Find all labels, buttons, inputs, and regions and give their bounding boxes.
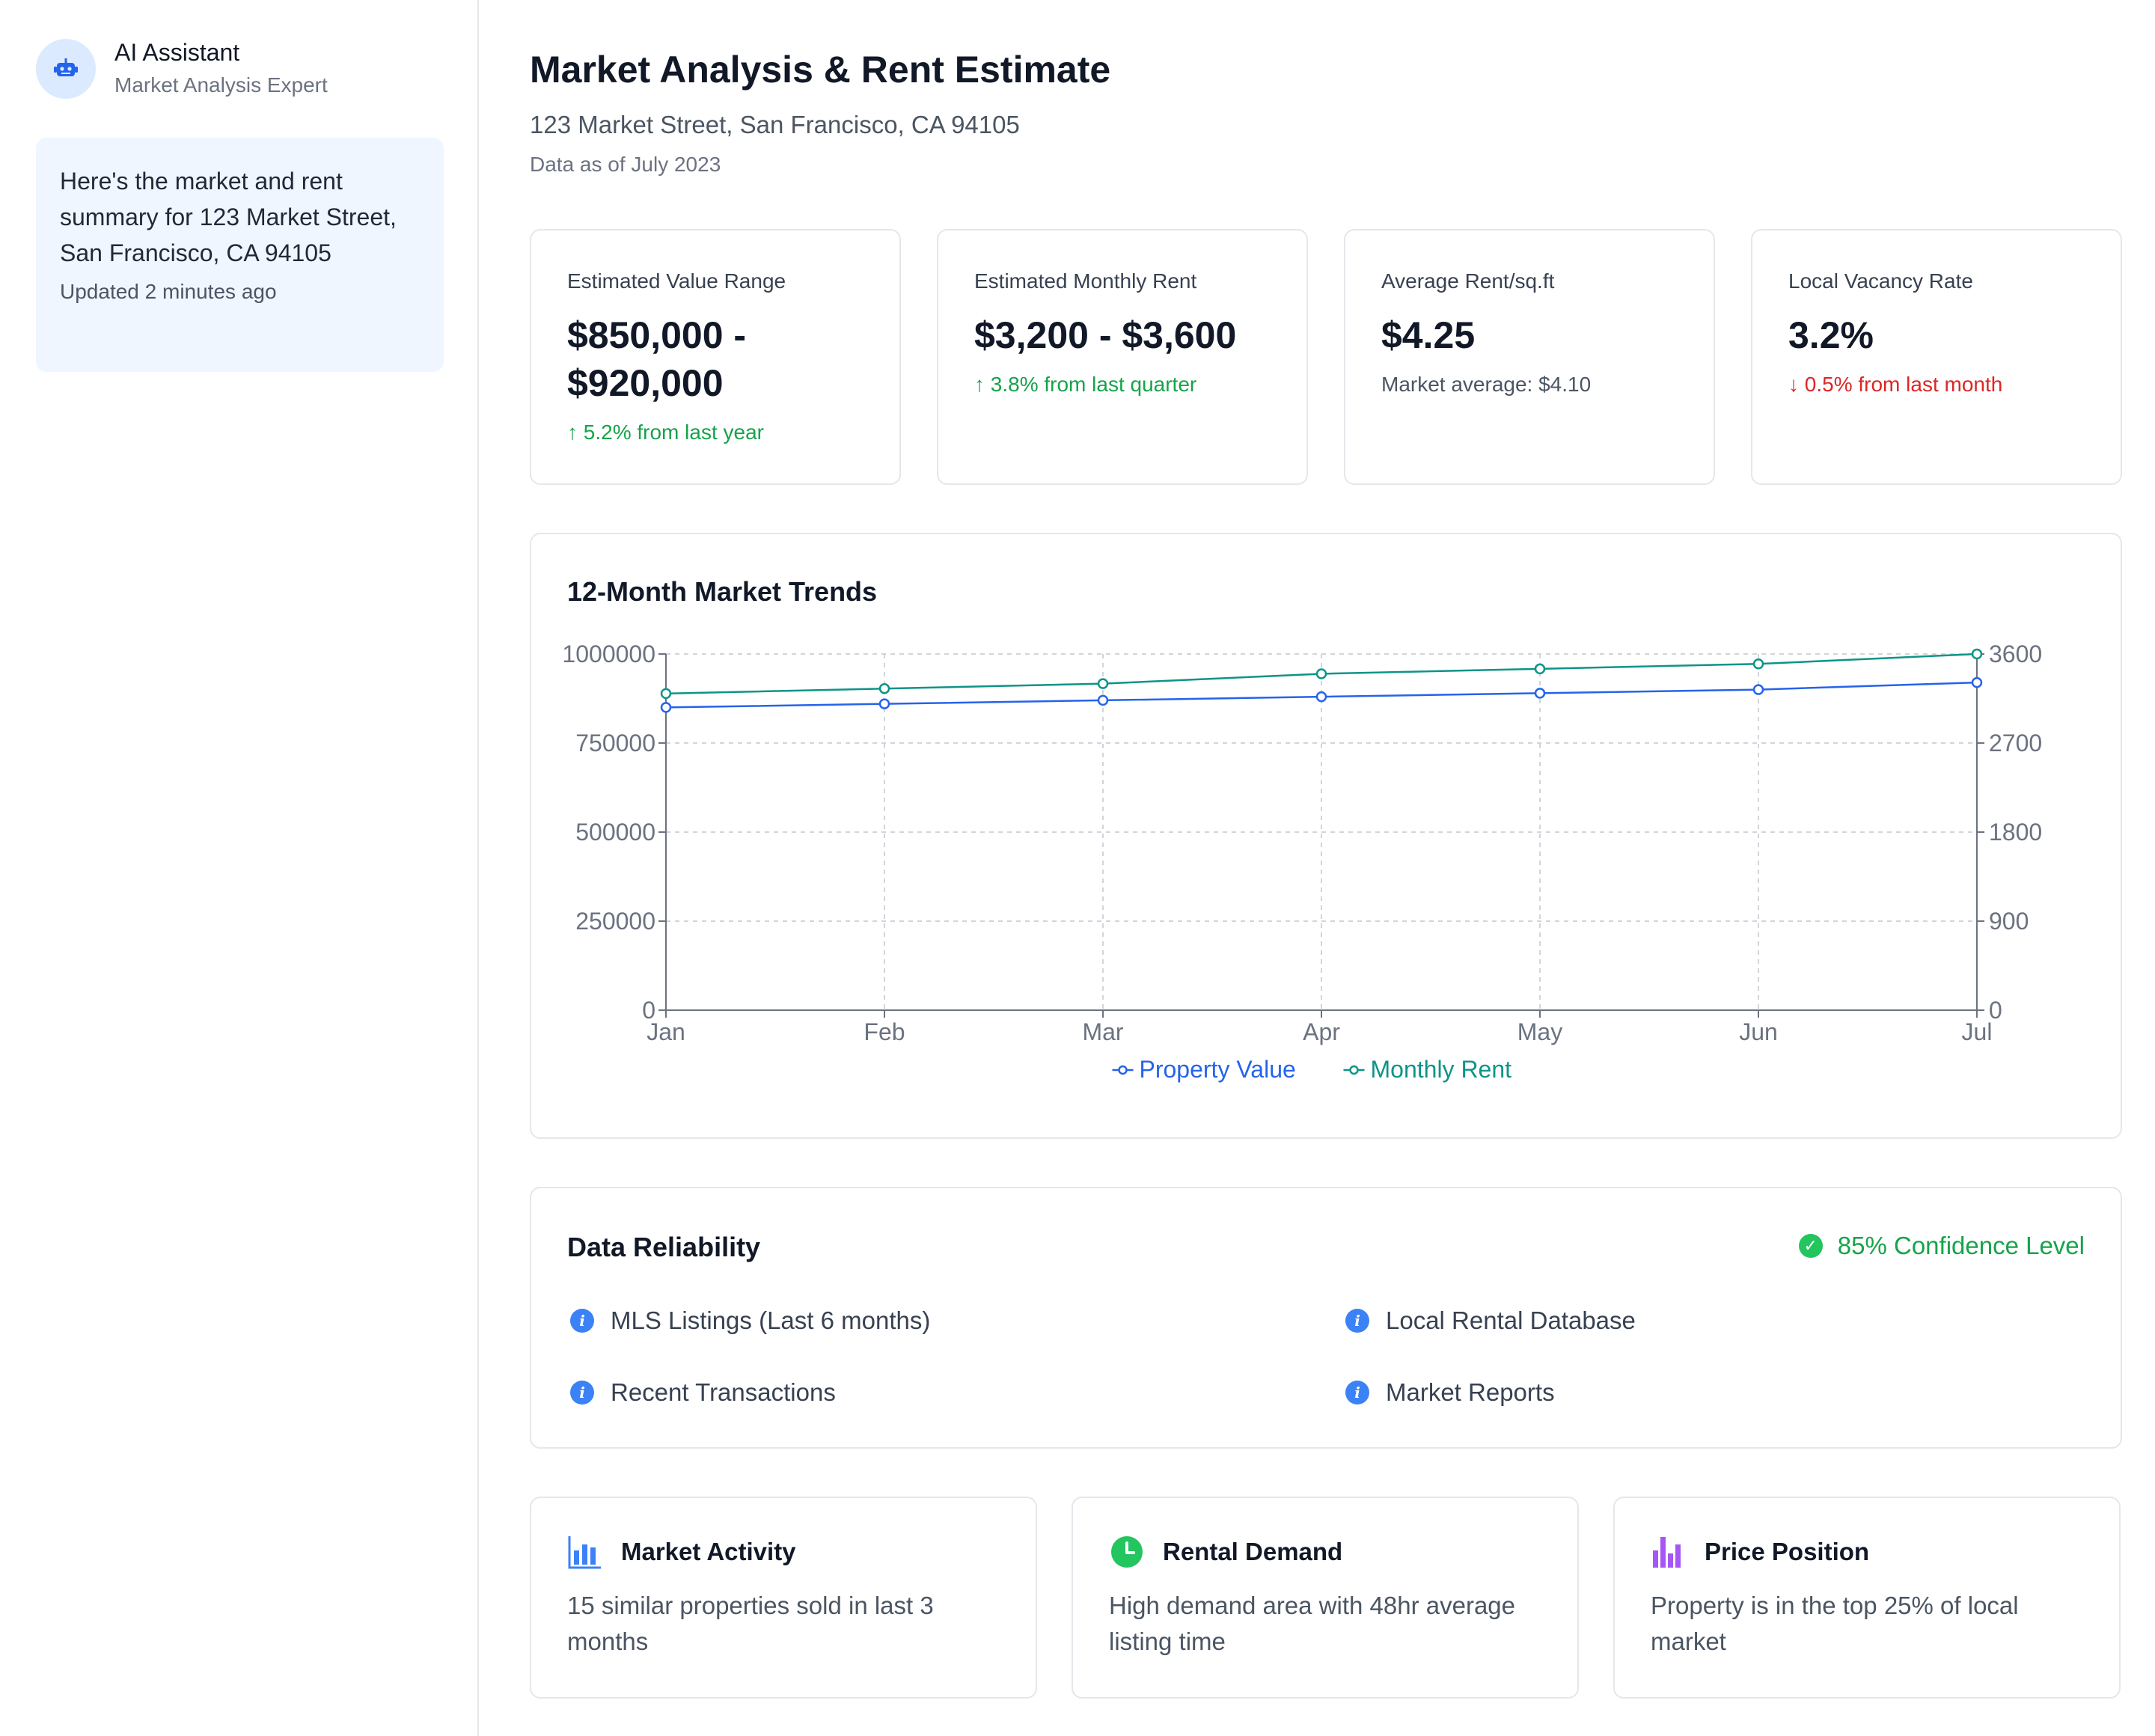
stat-card-rent-per-sqft: Average Rent/sq.ft $4.25 Market average:… — [1344, 229, 1715, 485]
y-tick-label-left: 250000 — [575, 908, 655, 935]
source-item: i Recent Transactions — [570, 1378, 836, 1407]
stat-change: ↓ 0.5% from last month — [1788, 373, 2003, 396]
info-icon: i — [1345, 1309, 1369, 1333]
data-point — [1971, 676, 1983, 688]
data-point — [1752, 658, 1764, 670]
stat-card-monthly-rent: Estimated Monthly Rent $3,200 - $3,600 ↑… — [937, 229, 1308, 485]
y-tick-label-left: 500000 — [575, 819, 655, 846]
page-title: Market Analysis & Rent Estimate — [530, 49, 1111, 91]
stat-value: 3.2% — [1788, 314, 1874, 356]
y-tick-label-left: 1000000 — [562, 641, 655, 667]
confidence-text: 85% Confidence Level — [1837, 1232, 2085, 1259]
insight-card-market-activity: Market Activity 15 similar properties so… — [530, 1497, 1037, 1699]
data-point — [878, 698, 890, 709]
insight-card-price-position: Price Position Property is in the top 25… — [1613, 1497, 2121, 1699]
insight-body: 15 similar properties sold in last 3 mon… — [567, 1592, 934, 1655]
legend-label: Property Value — [1140, 1056, 1296, 1083]
stat-label: Average Rent/sq.ft — [1381, 269, 1555, 293]
legend-label: Monthly Rent — [1371, 1056, 1512, 1083]
info-icon: i — [1345, 1381, 1369, 1405]
data-point — [1971, 648, 1983, 660]
source-label: Local Rental Database — [1386, 1306, 1636, 1334]
data-point — [660, 702, 672, 713]
assistant-message: Here's the market and rent summary for 1… — [36, 138, 444, 372]
stat-value: $3,200 - $3,600 — [974, 314, 1237, 356]
y-tick-label-right: 2700 — [1989, 730, 2042, 757]
data-point — [1097, 678, 1109, 689]
x-tick-label: May — [1517, 1018, 1562, 1045]
x-tick-label: Jun — [1739, 1018, 1778, 1045]
data-point — [1534, 688, 1546, 699]
x-tick-label: Mar — [1082, 1018, 1123, 1045]
stat-card-vacancy-rate: Local Vacancy Rate 3.2% ↓ 0.5% from last… — [1751, 229, 2122, 485]
message-timestamp: Updated 2 minutes ago — [60, 280, 277, 303]
price-bars-icon — [1653, 1537, 1681, 1568]
stat-value-line2: $920,000 — [567, 362, 724, 404]
stat-note: Market average: $4.10 — [1381, 373, 1592, 396]
data-point — [1315, 668, 1327, 679]
data-point — [1534, 663, 1546, 675]
market-trends-chart: 0250000500000750000100000009001800270036… — [562, 641, 2042, 1083]
source-item: i MLS Listings (Last 6 months) — [570, 1306, 930, 1335]
stat-value-line1: $850,000 - — [567, 314, 747, 356]
stat-card-value-range: Estimated Value Range $850,000 - $920,00… — [530, 229, 901, 485]
insight-body: High demand area with 48hr average listi… — [1109, 1592, 1516, 1655]
y-tick-label-right: 3600 — [1989, 641, 2042, 667]
x-tick-label: Apr — [1303, 1018, 1340, 1045]
robot-icon — [54, 58, 78, 76]
chat-sidebar: AI Assistant Market Analysis Expert Here… — [0, 0, 479, 1736]
clock-icon — [1111, 1536, 1143, 1568]
insight-title: Market Activity — [621, 1538, 796, 1565]
confidence-level: ✓ 85% Confidence Level — [1798, 1232, 2085, 1260]
data-point — [1315, 691, 1327, 703]
legend-swatch-marker — [1118, 1065, 1128, 1075]
property-address: 123 Market Street, San Francisco, CA 941… — [530, 111, 1020, 138]
stat-change: ↑ 3.8% from last quarter — [974, 373, 1197, 396]
source-label: Market Reports — [1386, 1378, 1555, 1406]
market-trends-card: 12-Month Market Trends 0 250000 500000 7500… — [530, 533, 2122, 1139]
insight-card-rental-demand: Rental Demand High demand area with 48hr… — [1072, 1497, 1579, 1699]
bar-chart-icon — [568, 1536, 601, 1569]
stat-value: $850,000 - $920,000 — [567, 311, 746, 407]
source-label: MLS Listings (Last 6 months) — [611, 1306, 931, 1334]
info-icon: i — [570, 1309, 594, 1333]
assistant-name: AI Assistant — [114, 39, 240, 66]
assistant-role: Market Analysis Expert — [114, 73, 328, 97]
info-icon: i — [570, 1381, 594, 1405]
stat-label: Local Vacancy Rate — [1788, 269, 1973, 293]
message-text: Here's the market and rent summary for 1… — [60, 168, 397, 266]
y-tick-label-right: 1800 — [1989, 819, 2042, 846]
data-reliability-card: Data Reliability ✓ 85% Confidence Level … — [530, 1187, 2122, 1449]
data-point — [1752, 684, 1764, 695]
stat-value: $4.25 — [1381, 314, 1476, 356]
stat-change: ↑ 5.2% from last year — [567, 421, 764, 444]
y-tick-label-left: 750000 — [575, 730, 655, 757]
x-tick-label: Feb — [863, 1018, 905, 1045]
source-label: Recent Transactions — [611, 1378, 836, 1406]
data-point — [1097, 694, 1109, 706]
data-date: Data as of July 2023 — [530, 153, 721, 176]
reliability-title: Data Reliability — [567, 1232, 761, 1262]
legend-swatch-marker — [1349, 1065, 1359, 1075]
stat-label: Estimated Monthly Rent — [974, 269, 1197, 293]
check-circle-icon: ✓ — [1798, 1234, 1823, 1258]
insight-body: Property is in the top 25% of local mark… — [1651, 1592, 2019, 1655]
source-item: i Market Reports — [1345, 1378, 1555, 1407]
data-point — [660, 688, 672, 700]
y-tick-label-right: 900 — [1989, 908, 2029, 935]
source-item: i Local Rental Database — [1345, 1306, 1636, 1335]
assistant-avatar — [36, 39, 96, 99]
x-tick-label: Jul — [1962, 1018, 1993, 1045]
data-point — [878, 683, 890, 694]
insight-title: Rental Demand — [1163, 1538, 1343, 1565]
stat-label: Estimated Value Range — [567, 269, 786, 293]
x-tick-label: Jan — [646, 1018, 685, 1045]
insight-title: Price Position — [1705, 1538, 1870, 1565]
